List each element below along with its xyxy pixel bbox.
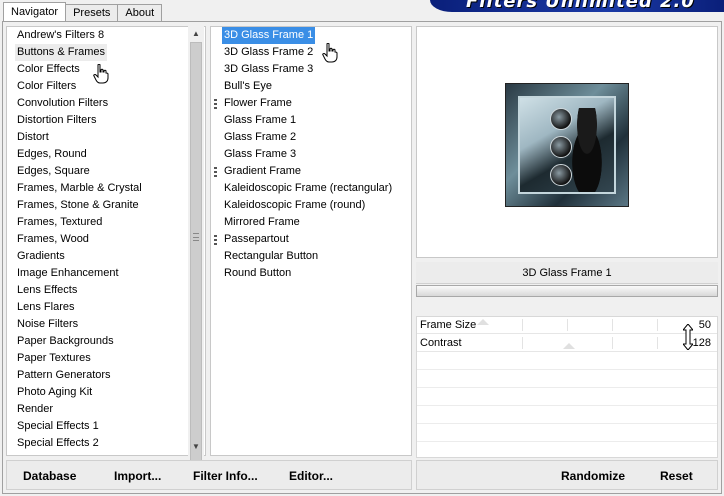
- filter-item[interactable]: Glass Frame 3: [222, 146, 394, 163]
- resize-cursor-icon: [683, 324, 693, 350]
- category-item[interactable]: Lens Effects: [15, 282, 185, 299]
- group-marker-icon: [214, 167, 217, 177]
- reset-button[interactable]: Reset: [660, 469, 693, 483]
- group-marker-icon: [214, 235, 217, 245]
- category-item[interactable]: Frames, Marble & Crystal: [15, 180, 185, 197]
- filter-name-label: 3D Glass Frame 1: [416, 262, 718, 284]
- bottom-toolbar-right: Randomize Reset: [416, 460, 718, 490]
- app-banner: Filters Unlimited 2.0: [430, 0, 724, 12]
- preview-panel: [416, 26, 718, 258]
- category-list: Andrew's Filters 8 Buttons & Frames Color …: [15, 27, 185, 452]
- category-item[interactable]: Render: [15, 401, 185, 418]
- category-list-panel: Andrew's Filters 8 Buttons & Frames Color …: [6, 26, 206, 456]
- filter-item[interactable]: 3D Glass Frame 2: [222, 44, 394, 61]
- filter-item[interactable]: Gradient Frame: [222, 163, 394, 180]
- category-item[interactable]: Lens Flares: [15, 299, 185, 316]
- tab-presets[interactable]: Presets: [65, 4, 119, 22]
- filter-item[interactable]: Kaleidoscopic Frame (round): [222, 197, 394, 214]
- category-item[interactable]: Image Enhancement: [15, 265, 185, 282]
- category-item[interactable]: Buttons & Frames: [15, 44, 108, 61]
- editor-button[interactable]: Editor...: [289, 469, 333, 483]
- filter-item[interactable]: Round Button: [222, 265, 394, 282]
- scroll-grip-icon: [193, 233, 199, 241]
- param-value: 50: [698, 319, 711, 331]
- randomize-button[interactable]: Randomize: [561, 469, 625, 483]
- filter-item[interactable]: Glass Frame 2: [222, 129, 394, 146]
- category-item[interactable]: Paper Textures: [15, 350, 185, 367]
- tab-navigator[interactable]: Navigator: [3, 2, 67, 22]
- category-item[interactable]: Frames, Wood: [15, 231, 185, 248]
- category-item[interactable]: Special Effects 2: [15, 435, 185, 452]
- filter-item[interactable]: 3D Glass Frame 1: [222, 27, 316, 44]
- scroll-up-icon[interactable]: ▲: [188, 27, 204, 41]
- category-item[interactable]: Edges, Round: [15, 146, 185, 163]
- hand-cursor-icon: [93, 64, 109, 84]
- category-item[interactable]: Paper Backgrounds: [15, 333, 185, 350]
- category-item[interactable]: Photo Aging Kit: [15, 384, 185, 401]
- category-item[interactable]: Frames, Stone & Granite: [15, 197, 185, 214]
- scroll-down-icon[interactable]: ▼: [188, 440, 204, 454]
- preview-image: [505, 83, 629, 207]
- group-marker-icon: [214, 99, 217, 109]
- filter-list: 3D Glass Frame 1 3D Glass Frame 2 3D Glass…: [214, 27, 394, 282]
- import-button[interactable]: Import...: [114, 469, 161, 483]
- category-item[interactable]: Frames, Textured: [15, 214, 185, 231]
- tab-bar: Navigator Presets About: [3, 2, 163, 22]
- param-slider[interactable]: [477, 319, 685, 331]
- filter-item[interactable]: Glass Frame 1: [222, 112, 394, 129]
- app-banner-title: Filters Unlimited 2.0: [466, 0, 695, 12]
- param-value: 128: [692, 337, 711, 349]
- category-item[interactable]: Andrew's Filters 8: [15, 27, 185, 44]
- scroll-thumb[interactable]: [190, 42, 202, 462]
- filter-item[interactable]: Bull's Eye: [222, 78, 394, 95]
- category-item[interactable]: Convolution Filters: [15, 95, 185, 112]
- filter-item[interactable]: 3D Glass Frame 3: [222, 61, 394, 78]
- category-item[interactable]: Distort: [15, 129, 185, 146]
- param-label: Contrast: [420, 337, 462, 349]
- category-item[interactable]: Special Effects 1: [15, 418, 185, 435]
- filter-info-button[interactable]: Filter Info...: [193, 469, 258, 483]
- category-scrollbar[interactable]: ▲ ▼: [188, 26, 204, 462]
- filter-item[interactable]: Flower Frame: [222, 95, 394, 112]
- category-item[interactable]: Pattern Generators: [15, 367, 185, 384]
- filter-list-panel: 3D Glass Frame 1 3D Glass Frame 2 3D Glass…: [210, 26, 412, 456]
- param-frame-size[interactable]: Frame Size 50: [417, 317, 717, 334]
- filter-item[interactable]: Rectangular Button: [222, 248, 394, 265]
- parameters-panel: Frame Size 50 Contrast 128: [416, 316, 718, 458]
- filter-item[interactable]: Passepartout: [222, 231, 394, 248]
- progress-bar: [416, 285, 718, 297]
- param-contrast[interactable]: Contrast 128: [417, 335, 717, 352]
- param-label: Frame Size: [420, 319, 477, 331]
- category-item[interactable]: Gradients: [15, 248, 185, 265]
- filter-item[interactable]: Mirrored Frame: [222, 214, 394, 231]
- category-item[interactable]: Noise Filters: [15, 316, 185, 333]
- database-button[interactable]: Database: [23, 469, 76, 483]
- hand-cursor-icon: [322, 43, 338, 63]
- param-slider[interactable]: [477, 337, 685, 349]
- bottom-toolbar: Database Import... Filter Info... Editor…: [6, 460, 412, 490]
- category-item[interactable]: Distortion Filters: [15, 112, 185, 129]
- category-item[interactable]: Edges, Square: [15, 163, 185, 180]
- filter-item[interactable]: Kaleidoscopic Frame (rectangular): [222, 180, 394, 197]
- tab-about[interactable]: About: [117, 4, 163, 22]
